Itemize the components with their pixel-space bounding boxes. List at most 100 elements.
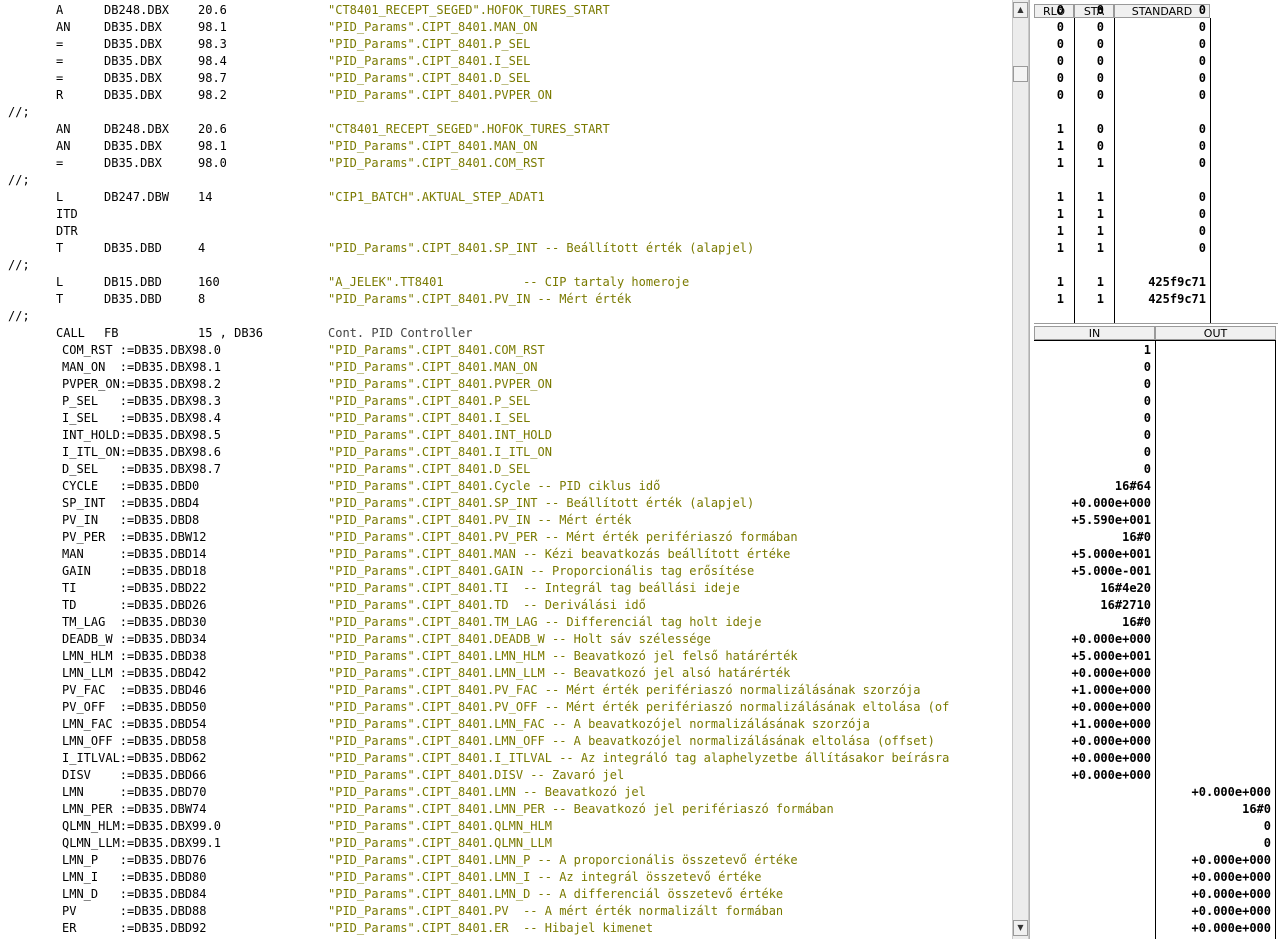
scroll-down-button[interactable]: ▼ — [1013, 920, 1028, 936]
io-header-line — [1034, 340, 1276, 341]
code-line[interactable]: AN DB35.DBX 98.1 "PID_Params".CIPT_8401.MAN… — [0, 138, 1012, 155]
block-parameter: LMN_OFF :=DB35.DBD58 — [62, 734, 207, 748]
code-line[interactable]: AN DB35.DBX 98.1 "PID_Params".CIPT_8401.MAN… — [0, 19, 1012, 36]
symbol-comment: "PID_Params".CIPT_8401.MAN_ON — [328, 360, 538, 374]
block-parameter: ER :=DB35.DBD92 — [62, 921, 207, 935]
code-line[interactable]: //; — [0, 257, 1012, 274]
status-sta-cell: 0 — [1096, 139, 1104, 153]
code-line[interactable]: DTR — [0, 223, 1012, 240]
status-sta-cell: 0 — [1096, 122, 1104, 136]
operand-address: FB — [104, 326, 119, 340]
block-parameter: LMN_D :=DB35.DBD84 — [62, 887, 207, 901]
code-line[interactable]: COM_RST :=DB35.DBX98.0 "PID_Params".CIPT_… — [0, 342, 1012, 359]
scroll-up-button[interactable]: ▲ — [1013, 2, 1028, 18]
code-line[interactable]: L DB247.DBW 14 "CIP1_BATCH".AKTUAL_STEP_ADA… — [0, 189, 1012, 206]
code-line[interactable]: = DB35.DBX 98.4 "PID_Params".CIPT_8401.I_SE… — [0, 53, 1012, 70]
symbol-comment: "PID_Params".CIPT_8401.I_SEL — [328, 411, 531, 425]
symbol-comment: "PID_Params".CIPT_8401.PVPER_ON — [328, 88, 552, 102]
operand-address: DB247.DBW — [104, 190, 170, 204]
code-line[interactable]: = DB35.DBX 98.0 "PID_Params".CIPT_8401.COM_… — [0, 155, 1012, 172]
code-line[interactable]: D_SEL :=DB35.DBX98.7 "PID_Params".CIPT_84… — [0, 461, 1012, 478]
operand-offset: 98.2 — [198, 88, 227, 102]
block-parameter: PV_OFF :=DB35.DBD50 — [62, 700, 207, 714]
block-parameter: MAN_ON :=DB35.DBX98.1 — [62, 360, 221, 374]
code-line[interactable]: LMN :=DB35.DBD70 "PID_Params".CIPT_8401.L… — [0, 784, 1012, 801]
code-line[interactable]: T DB35.DBD 8 "PID_Params".CIPT_8401.PV_IN -… — [0, 291, 1012, 308]
code-vertical-scrollbar[interactable]: ▲ ▼ — [1012, 0, 1029, 939]
code-line[interactable]: I_SEL :=DB35.DBX98.4 "PID_Params".CIPT_84… — [0, 410, 1012, 427]
status-sta-cell: 1 — [1096, 156, 1104, 170]
code-line[interactable]: PV :=DB35.DBD88 "PID_Params".CIPT_8401.PV… — [0, 903, 1012, 920]
code-line[interactable]: R DB35.DBX 98.2 "PID_Params".CIPT_8401.PVPE… — [0, 87, 1012, 104]
code-line[interactable]: I_ITLVAL:=DB35.DBD62 "PID_Params".CIPT_84… — [0, 750, 1012, 767]
code-line[interactable]: SP_INT :=DB35.DBD4 "PID_Params".CIPT_8401… — [0, 495, 1012, 512]
in-value-cell: +0.000e+000 — [1071, 768, 1151, 782]
code-line[interactable]: ITD — [0, 206, 1012, 223]
code-line[interactable]: INT_HOLD:=DB35.DBX98.5 "PID_Params".CIPT_… — [0, 427, 1012, 444]
code-line[interactable]: PV_FAC :=DB35.DBD46 "PID_Params".CIPT_840… — [0, 682, 1012, 699]
code-line[interactable]: //; — [0, 308, 1012, 325]
code-line[interactable]: AN DB248.DBX 20.6 "CT8401_RECEPT_SEGED".HOF… — [0, 121, 1012, 138]
status-rlo-cell: 0 — [1056, 20, 1064, 34]
code-line[interactable]: QLMN_LLM:=DB35.DBX99.1 "PID_Params".CIPT_… — [0, 835, 1012, 852]
symbol-comment: "PID_Params".CIPT_8401.I_ITL_ON — [328, 445, 552, 459]
code-line[interactable]: LMN_P :=DB35.DBD76 "PID_Params".CIPT_8401… — [0, 852, 1012, 869]
code-line[interactable]: CYCLE :=DB35.DBD0 "PID_Params".CIPT_8401.… — [0, 478, 1012, 495]
symbol-comment: "PID_Params".CIPT_8401.PV_IN -- Mért ért… — [328, 513, 632, 527]
code-line[interactable]: DEADB_W :=DB35.DBD34 "PID_Params".CIPT_84… — [0, 631, 1012, 648]
code-line[interactable]: T DB35.DBD 4 "PID_Params".CIPT_8401.SP_INT … — [0, 240, 1012, 257]
in-value-cell: 16#2710 — [1100, 598, 1151, 612]
code-line[interactable]: I_ITL_ON:=DB35.DBX98.6 "PID_Params".CIPT_… — [0, 444, 1012, 461]
status-section-divider — [1034, 323, 1278, 324]
symbol-comment: "PID_Params".CIPT_8401.COM_RST — [328, 343, 545, 357]
operand-address: DB35.DBX — [104, 88, 162, 102]
code-line[interactable]: LMN_PER :=DB35.DBW74 "PID_Params".CIPT_84… — [0, 801, 1012, 818]
code-line[interactable]: PV_PER :=DB35.DBW12 "PID_Params".CIPT_840… — [0, 529, 1012, 546]
code-line[interactable]: ER :=DB35.DBD92 "PID_Params".CIPT_8401.ER… — [0, 920, 1012, 937]
code-line[interactable]: = DB35.DBX 98.7 "PID_Params".CIPT_8401.D_SE… — [0, 70, 1012, 87]
operand-offset: 15 , DB36 — [198, 326, 264, 340]
standard-column-line — [1210, 18, 1211, 324]
code-line[interactable]: LMN_OFF :=DB35.DBD58 "PID_Params".CIPT_84… — [0, 733, 1012, 750]
code-line[interactable]: MAN :=DB35.DBD14 "PID_Params".CIPT_8401.M… — [0, 546, 1012, 563]
code-line[interactable]: A DB248.DBX 20.6 "CT8401_RECEPT_SEGED".HOFO… — [0, 2, 1012, 19]
scroll-thumb[interactable] — [1013, 66, 1028, 82]
code-line[interactable]: LMN_I :=DB35.DBD80 "PID_Params".CIPT_8401… — [0, 869, 1012, 886]
status-rlo-cell: 0 — [1056, 88, 1064, 102]
status-rlo-cell: 1 — [1056, 122, 1064, 136]
code-line[interactable]: TI :=DB35.DBD22 "PID_Params".CIPT_8401.TI… — [0, 580, 1012, 597]
code-line[interactable]: = DB35.DBX 98.3 "PID_Params".CIPT_8401.P_SE… — [0, 36, 1012, 53]
code-line[interactable]: LMN_LLM :=DB35.DBD42 "PID_Params".CIPT_84… — [0, 665, 1012, 682]
code-line[interactable]: LMN_D :=DB35.DBD84 "PID_Params".CIPT_8401… — [0, 886, 1012, 903]
code-line[interactable]: GAIN :=DB35.DBD18 "PID_Params".CIPT_8401.… — [0, 563, 1012, 580]
symbol-comment: "PID_Params".CIPT_8401.GAIN -- Proporcio… — [328, 564, 755, 578]
code-line[interactable]: QLMN_HLM:=DB35.DBX99.0 "PID_Params".CIPT_… — [0, 818, 1012, 835]
operand-address: DB15.DBD — [104, 275, 162, 289]
operand-offset: 20.6 — [198, 122, 227, 136]
code-line[interactable]: L DB15.DBD 160 "A_JELEK".TT8401 -- CIP tart… — [0, 274, 1012, 291]
code-line[interactable]: P_SEL :=DB35.DBX98.3 "PID_Params".CIPT_84… — [0, 393, 1012, 410]
code-line[interactable]: //; — [0, 104, 1012, 121]
code-line[interactable]: DISV :=DB35.DBD66 "PID_Params".CIPT_8401.… — [0, 767, 1012, 784]
status-std-cell: 0 — [1198, 20, 1206, 34]
block-parameter: LMN_HLM :=DB35.DBD38 — [62, 649, 207, 663]
code-line[interactable]: LMN_FAC :=DB35.DBD54 "PID_Params".CIPT_84… — [0, 716, 1012, 733]
code-line[interactable]: MAN_ON :=DB35.DBX98.1 "PID_Params".CIPT_8… — [0, 359, 1012, 376]
symbol-comment: "CT8401_RECEPT_SEGED".HOFOK_TURES_START — [328, 122, 610, 136]
code-line[interactable]: PV_OFF :=DB35.DBD50 "PID_Params".CIPT_840… — [0, 699, 1012, 716]
instruction-op: = — [56, 156, 64, 170]
stl-code-editor[interactable]: A DB248.DBX 20.6 "CT8401_RECEPT_SEGED".HOFO… — [0, 0, 1012, 939]
symbol-comment: "CT8401_RECEPT_SEGED".HOFOK_TURES_START — [328, 3, 610, 17]
code-line[interactable]: TM_LAG :=DB35.DBD30 "PID_Params".CIPT_840… — [0, 614, 1012, 631]
block-parameter: LMN_FAC :=DB35.DBD54 — [62, 717, 207, 731]
status-sta-cell: 1 — [1096, 190, 1104, 204]
instruction-op: T — [56, 292, 64, 306]
code-line[interactable]: PVPER_ON:=DB35.DBX98.2 "PID_Params".CIPT_… — [0, 376, 1012, 393]
code-line[interactable]: PV_IN :=DB35.DBD8 "PID_Params".CIPT_8401.… — [0, 512, 1012, 529]
code-line[interactable]: //; — [0, 172, 1012, 189]
header-out: OUT — [1155, 326, 1276, 340]
status-sta-cell: 1 — [1096, 241, 1104, 255]
code-line[interactable]: TD :=DB35.DBD26 "PID_Params".CIPT_8401.TD… — [0, 597, 1012, 614]
code-line[interactable]: LMN_HLM :=DB35.DBD38 "PID_Params".CIPT_84… — [0, 648, 1012, 665]
code-line[interactable]: CALL FB 15 , DB36 Cont. PID Controller — [0, 325, 1012, 342]
